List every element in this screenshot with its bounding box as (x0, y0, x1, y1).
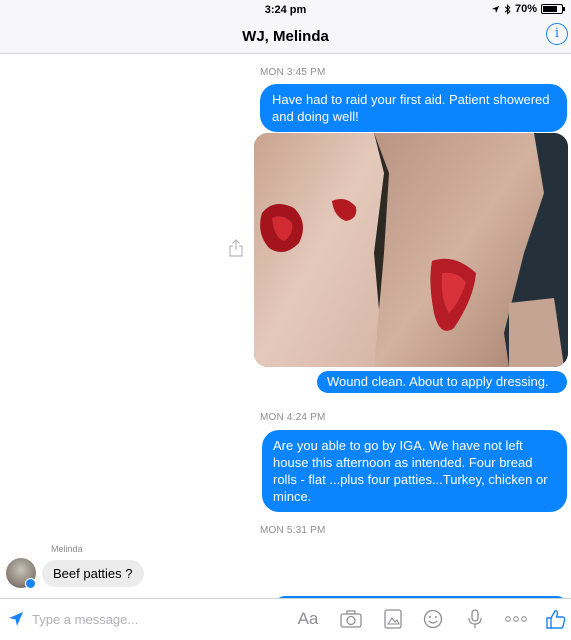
share-icon[interactable] (228, 239, 244, 257)
status-right: 70% (491, 3, 565, 15)
message-timestamp: MON 5:31 PM (260, 525, 326, 536)
bluetooth-icon (504, 3, 511, 15)
microphone-icon[interactable] (465, 608, 485, 630)
message-timestamp: MON 4:24 PM (260, 412, 326, 423)
message-timestamp: MON 3:45 PM (260, 67, 326, 78)
outgoing-message[interactable]: Have had to raid your first aid. Patient… (260, 84, 567, 132)
outgoing-message[interactable]: Wound clean. About to apply dressing. (317, 371, 567, 393)
status-time: 3:24 pm (264, 4, 307, 16)
message-composer: Aa (0, 598, 571, 640)
messenger-badge-icon (25, 578, 36, 589)
more-options-icon[interactable] (503, 608, 529, 630)
gallery-icon[interactable] (382, 608, 404, 630)
photo-image (254, 133, 568, 367)
text-style-icon[interactable]: Aa (296, 609, 320, 631)
outgoing-message[interactable]: Are you able to go by IGA. We have not l… (262, 430, 567, 512)
emoji-icon[interactable] (422, 608, 444, 630)
sender-name: Melinda (51, 544, 83, 554)
message-input[interactable] (32, 610, 232, 628)
location-icon[interactable] (8, 611, 24, 627)
location-arrow-icon (491, 5, 500, 13)
conversation-title: WJ, Melinda (242, 28, 329, 45)
info-icon[interactable]: i (546, 23, 568, 45)
battery-icon (541, 4, 565, 14)
status-bar: 3:24 pm 70% (0, 0, 571, 20)
shared-photo-wounds[interactable] (254, 133, 568, 367)
conversation-header: WJ, Melinda i (0, 20, 571, 54)
camera-icon[interactable] (339, 608, 363, 630)
battery-percent: 70% (514, 3, 537, 15)
thumbs-up-icon[interactable] (545, 608, 567, 630)
incoming-message[interactable]: Beef patties ? (42, 560, 144, 587)
